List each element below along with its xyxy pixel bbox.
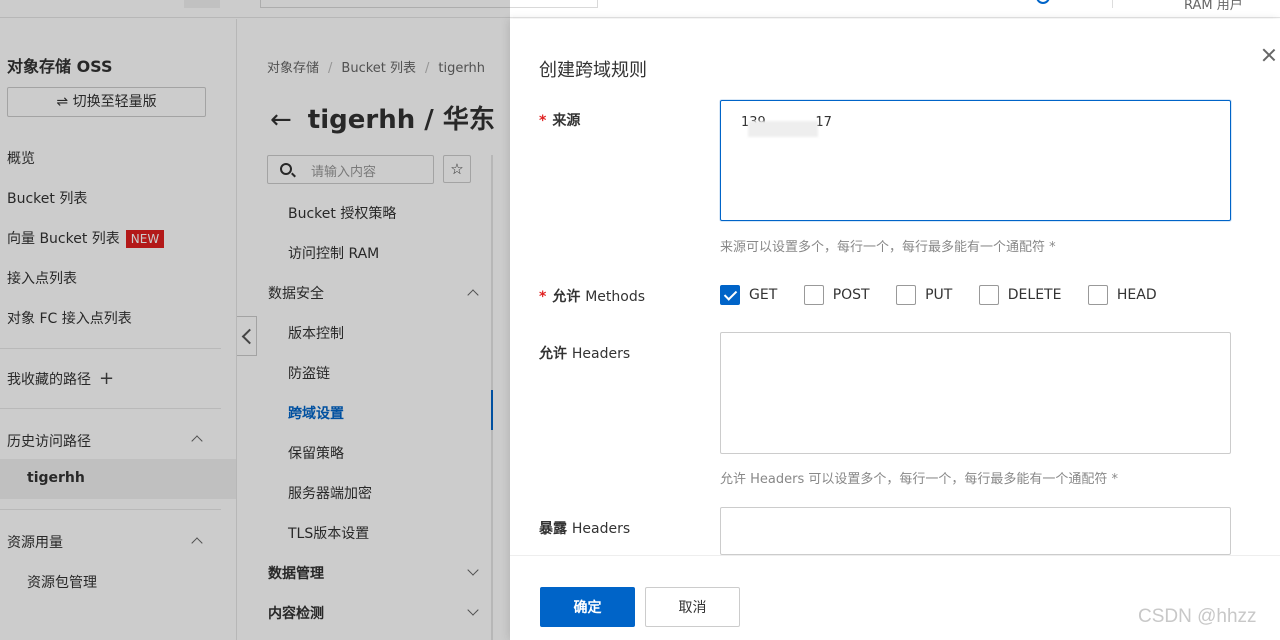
expose-headers-textarea[interactable] <box>720 507 1231 555</box>
checkbox-post[interactable] <box>803 285 824 305</box>
allowed-headers-label: 允许 Headers <box>539 346 631 362</box>
method-delete[interactable]: DELETE <box>978 285 1061 305</box>
checkbox-get[interactable] <box>720 285 740 305</box>
method-put[interactable]: PUT <box>896 285 952 305</box>
modal-mask[interactable] <box>0 0 510 640</box>
source-hint: 来源可以设置多个，每行一个，每行最多能有一个通配符 * <box>720 240 1056 255</box>
source-label: * 来源 <box>539 113 581 129</box>
redacted-ip-mask <box>748 121 818 137</box>
confirm-button[interactable]: 确定 <box>540 587 635 627</box>
required-mark: * <box>539 113 547 129</box>
methods-label: * 允许 Methods <box>539 289 646 305</box>
checkbox-put[interactable] <box>896 285 917 305</box>
expose-headers-label: 暴露 Headers <box>539 521 631 537</box>
close-icon[interactable] <box>1261 47 1277 63</box>
create-cors-rule-drawer: 创建跨域规则 *来源 来源可以设置多个，每行一个，每行最多能有一个通配符 * *… <box>510 19 1280 640</box>
required-mark: * <box>539 289 547 305</box>
checkbox-head[interactable] <box>1087 285 1108 305</box>
drawer-title: 创建跨域规则 <box>539 60 647 81</box>
methods-checkbox-group: GET POST PUT DELETE HEAD <box>720 285 1179 307</box>
checkbox-delete[interactable] <box>978 285 999 305</box>
ram-user-label[interactable]: RAM 用户 <box>1184 0 1243 13</box>
source-textarea[interactable] <box>720 100 1231 221</box>
allowed-headers-hint: 允许 Headers 可以设置多个，每行一个，每行最多能有一个通配符 * <box>720 472 1119 487</box>
cancel-button[interactable]: 取消 <box>645 587 740 627</box>
method-post[interactable]: POST <box>803 285 870 305</box>
allowed-headers-textarea[interactable] <box>720 332 1231 454</box>
nav-divider <box>1112 0 1113 8</box>
watermark: CSDN @hhzz <box>1138 606 1257 627</box>
method-get[interactable]: GET <box>720 285 777 305</box>
notification-icon[interactable] <box>1036 0 1050 4</box>
method-head[interactable]: HEAD <box>1087 285 1157 305</box>
